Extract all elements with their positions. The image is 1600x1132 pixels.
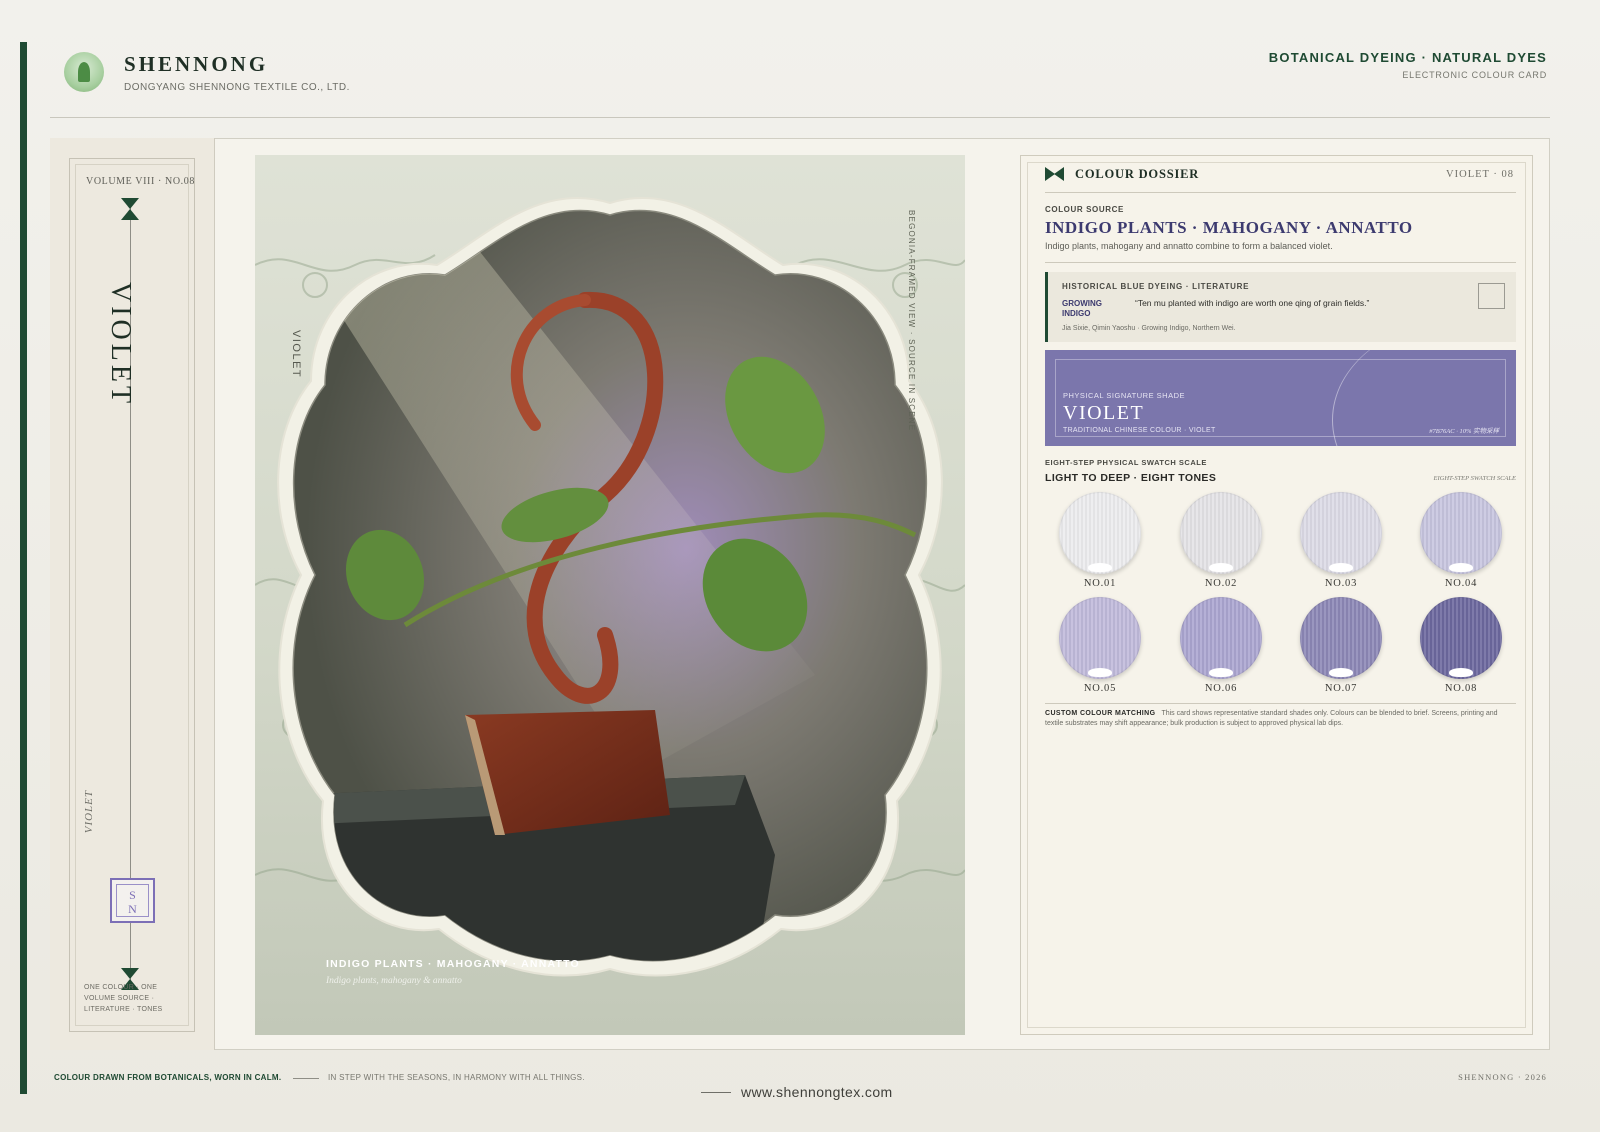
swatch-label: NO.03 [1324,578,1358,589]
scale-title: LIGHT TO DEEP · EIGHT TONES [1045,472,1217,484]
source-title: INDIGO PLANTS · MAHOGANY · ANNATTO [1045,218,1413,237]
swatch-label: NO.02 [1204,578,1238,589]
footer-left-slogan: COLOUR DRAWN FROM BOTANICALS, WORN IN CA… [54,1073,282,1082]
swatch-tab [1329,668,1353,677]
custom-divider [1045,703,1516,704]
literature-heading: HISTORICAL BLUE DYEING · LITERATURE [1062,282,1250,291]
signature-subtitle: TRADITIONAL CHINESE COLOUR · VIOLET [1063,427,1216,434]
swatch-label: NO.08 [1444,683,1478,694]
swatch-tab [1449,668,1473,677]
rail-title: VIOLET [105,282,136,408]
footer-url-link[interactable]: www.shennongtex.com [741,1084,893,1100]
dossier-title: COLOUR DOSSIER [1075,167,1200,181]
seal-stamp: S N [110,878,155,923]
swatch-8[interactable] [1420,597,1502,679]
image-side-label: VIOLET [290,330,302,379]
bow-top-icon [121,198,139,220]
rail-footer: ONE COLOUR · ONE VOLUME SOURCE · LITERAT… [84,984,163,1013]
seal-letter-top: S [129,888,136,902]
scene-image-panel [255,155,965,1035]
swatch-tab [1329,563,1353,572]
footer-right-mark: SHENNONG · 2026 [1458,1072,1547,1082]
source-label: COLOUR SOURCE [1045,205,1124,214]
swatch-label: NO.05 [1083,683,1117,694]
literature-checkbox[interactable] [1478,283,1505,309]
swatch-6[interactable] [1180,597,1262,679]
footer-mid-slogan: IN STEP WITH THE SEASONS, IN HARMONY WIT… [328,1073,585,1082]
left-accent-rule [20,42,27,1094]
brand-logo-icon [64,52,104,92]
literature-quote: “Ten mu planted with indigo are worth on… [1135,298,1370,308]
image-caption-italic: Indigo plants, mahogany & annatto [326,976,462,986]
swatch-label: NO.04 [1444,578,1478,589]
seal-letter-bottom: N [128,902,137,916]
literature-term: GROWING INDIGO [1062,299,1102,318]
source-description: Indigo plants, mahogany and annatto comb… [1045,241,1333,251]
signature-name: VIOLET [1063,402,1145,424]
source-divider [1045,262,1516,263]
image-caption: INDIGO PLANTS · MAHOGANY · ANNATTO [326,958,580,970]
swatch-tab [1209,563,1233,572]
swatch-4[interactable] [1420,492,1502,574]
seal-inner: S N [116,884,149,917]
custom-matching-note: CUSTOM COLOUR MATCHING This card shows re… [1045,709,1516,729]
footer-dash [293,1078,319,1079]
swatch-label: NO.07 [1324,683,1358,694]
header-right-title: BOTANICAL DYEING · NATURAL DYES [1268,50,1547,65]
dossier-divider [1045,192,1516,193]
swatch-5[interactable] [1059,597,1141,679]
header-right-subtitle: ELECTRONIC COLOUR CARD [1402,70,1547,80]
swatch-tab [1088,668,1112,677]
signature-code: #7B76AC · 10% 实物采样 [1429,428,1499,435]
dossier-tag: VIOLET · 08 [1446,169,1514,180]
swatch-tab [1209,668,1233,677]
scale-note: EIGHT-STEP SWATCH SCALE [1433,475,1517,482]
custom-matching-label: CUSTOM COLOUR MATCHING [1045,710,1156,717]
brand-subtitle: DONGYANG SHENNONG TEXTILE CO., LTD. [124,82,350,93]
signature-label: PHYSICAL SIGNATURE SHADE [1063,391,1186,400]
swatch-label: NO.06 [1204,683,1238,694]
rail-italic-label: VIOLET [83,790,95,834]
swatch-2[interactable] [1180,492,1262,574]
literature-citation: Jia Sixie, Qimin Yaoshu · Growing Indigo… [1062,325,1236,332]
brand-name: SHENNONG [124,52,269,76]
swatch-tab [1088,563,1112,572]
image-right-label: BEGONIA-FRAMED VIEW · SOURCE IN SCENE [907,210,916,432]
header-divider [50,117,1550,118]
bow-dossier-icon [1045,167,1064,181]
swatch-3[interactable] [1300,492,1382,574]
swatch-7[interactable] [1300,597,1382,679]
scale-label: EIGHT-STEP PHYSICAL SWATCH SCALE [1045,458,1207,467]
scene-illustration [255,197,965,977]
swatch-tab [1449,563,1473,572]
swatch-label: NO.01 [1083,578,1117,589]
footer-url-dash [701,1092,731,1093]
rail-volume-label: VOLUME VIII · NO.08 [86,176,195,187]
swatch-1[interactable] [1059,492,1141,574]
